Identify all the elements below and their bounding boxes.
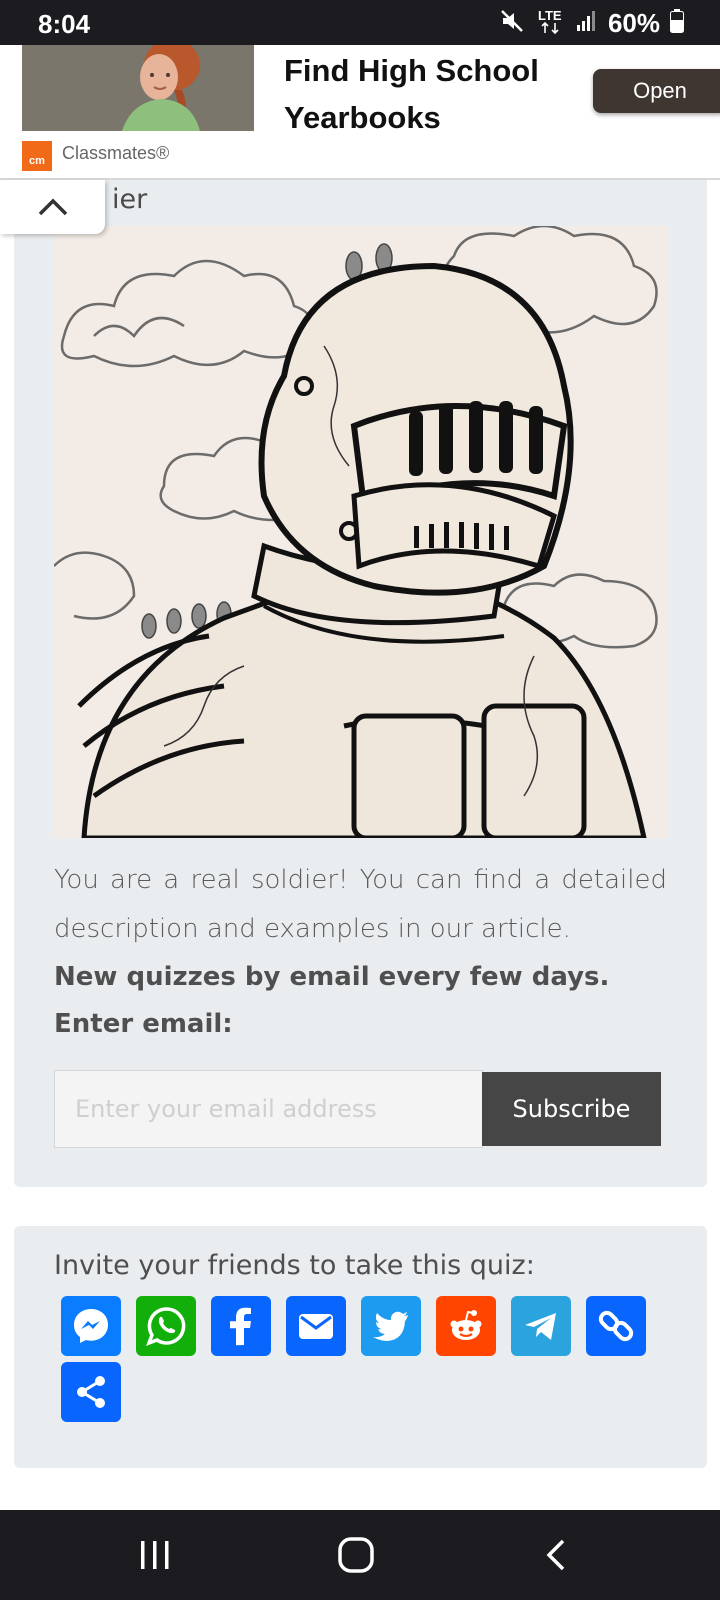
collapse-ad-button[interactable] (0, 180, 105, 234)
newsletter-prompt: New quizzes by email every few days. Ent… (54, 962, 610, 1039)
copy-link-share-button[interactable] (586, 1296, 646, 1356)
status-icons: LTE 60% (500, 8, 684, 38)
telegram-share-button[interactable] (511, 1296, 571, 1356)
back-icon (546, 1539, 565, 1571)
result-heading: ier (112, 184, 148, 215)
email-input[interactable] (54, 1070, 483, 1148)
email-share-button[interactable] (286, 1296, 346, 1356)
status-bar: 8:04 LTE 60% (0, 0, 720, 45)
recent-apps-button[interactable] (125, 1532, 185, 1578)
chevron-up-icon (38, 198, 67, 216)
twitter-share-button[interactable] (361, 1296, 421, 1356)
result-description: You are a real soldier! You can find a d… (54, 865, 667, 944)
result-card: ier You are a real soldier! You can find… (14, 180, 707, 1187)
battery-percent: 60% (607, 7, 660, 38)
share-card: Invite your friends to take this quiz: (14, 1226, 707, 1468)
svg-text:LTE: LTE (538, 8, 562, 23)
knight-armor-illustration-icon (54, 226, 667, 838)
lte-icon: LTE (536, 7, 566, 39)
ad-title[interactable]: Find High School Yearbooks (284, 47, 574, 141)
whatsapp-icon (146, 1307, 186, 1346)
classmates-logo-icon: cm (22, 141, 52, 171)
back-button[interactable] (527, 1532, 587, 1578)
ad-open-button[interactable]: Open (593, 69, 720, 113)
subscribe-button[interactable]: Subscribe (482, 1072, 661, 1146)
battery-icon (670, 9, 684, 37)
share-title: Invite your friends to take this quiz: (54, 1250, 535, 1281)
twitter-icon (373, 1311, 408, 1341)
signal-icon (576, 10, 598, 36)
ad-image[interactable] (22, 45, 254, 131)
share-icon (77, 1376, 105, 1408)
reddit-share-button[interactable] (436, 1296, 496, 1356)
navigation-bar (0, 1510, 720, 1600)
home-button[interactable] (326, 1532, 386, 1578)
messenger-icon (74, 1309, 108, 1343)
page: 8:04 LTE 60% Find High School Yearbooks … (0, 0, 720, 1600)
messenger-share-button[interactable] (61, 1296, 121, 1356)
ad-banner[interactable]: Find High School Yearbooks Open cm Class… (0, 45, 720, 180)
email-icon (299, 1314, 333, 1339)
telegram-icon (525, 1313, 556, 1340)
reddit-icon (450, 1310, 482, 1340)
whatsapp-share-button[interactable] (136, 1296, 196, 1356)
copy-link-icon (598, 1310, 634, 1342)
recent-apps-icon (141, 1541, 169, 1569)
facebook-share-button[interactable] (211, 1296, 271, 1356)
ad-brand: Classmates® (62, 143, 170, 163)
status-time: 8:04 (38, 9, 91, 39)
mute-icon (500, 9, 526, 37)
share-button[interactable] (61, 1362, 121, 1422)
home-icon (338, 1537, 374, 1573)
facebook-icon (230, 1307, 251, 1346)
